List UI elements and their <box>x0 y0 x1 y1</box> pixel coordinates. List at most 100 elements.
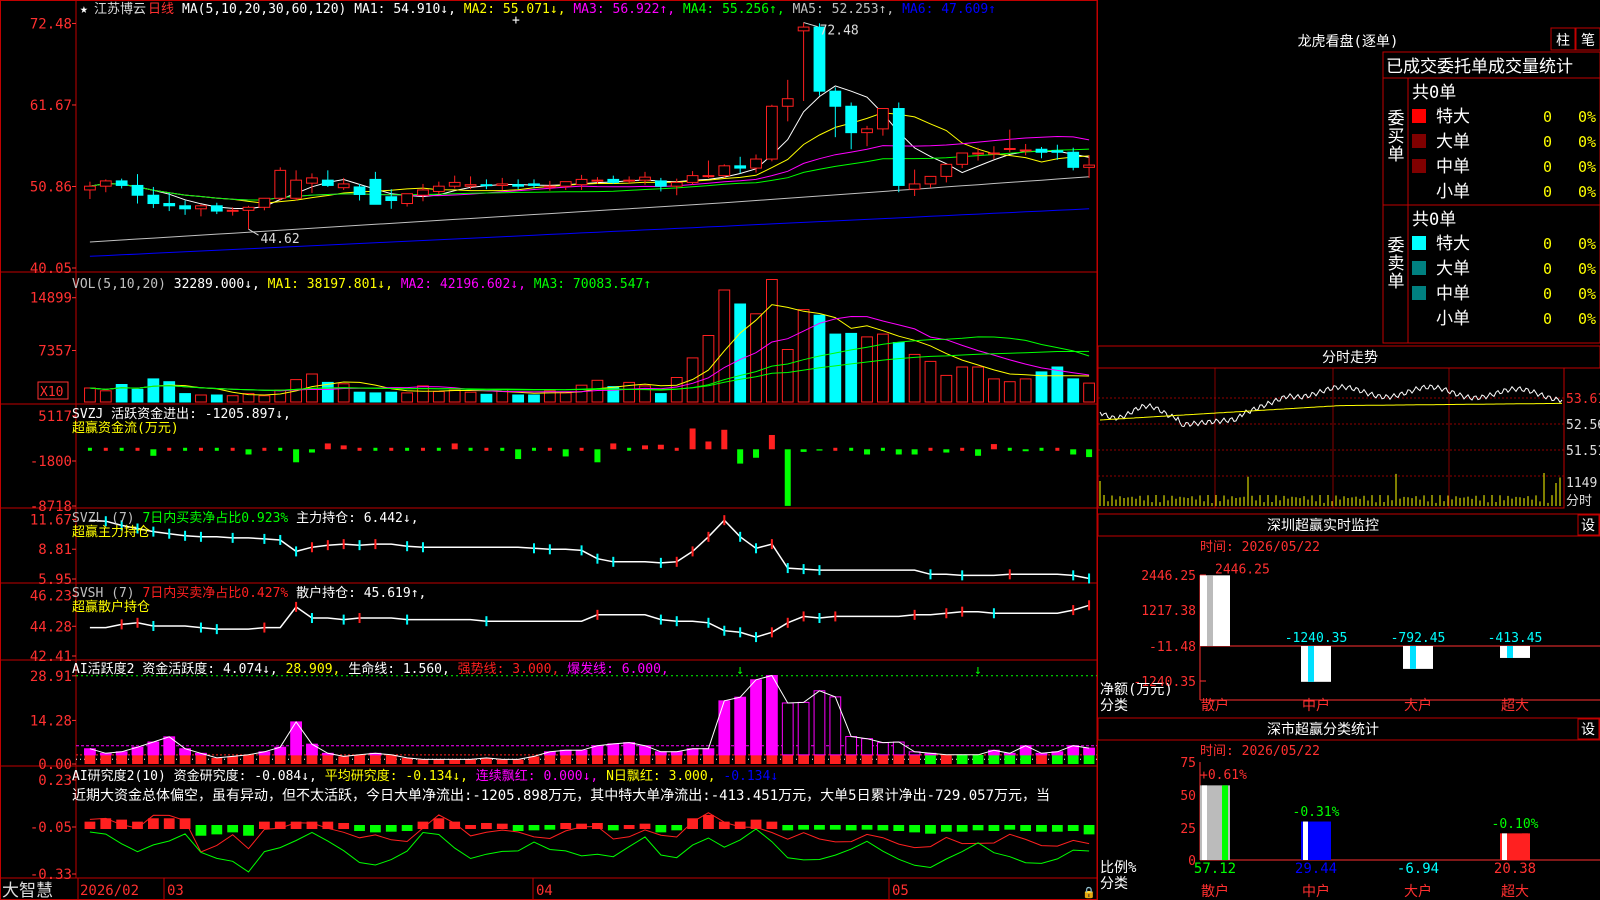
candle-body <box>750 158 762 169</box>
vol-ma-line <box>89 350 1090 391</box>
candle-body <box>670 181 683 187</box>
flow-tick <box>87 447 92 451</box>
sell-row-count: 0 <box>1543 285 1552 303</box>
research-bar <box>560 822 572 829</box>
svzj-legend-item: SVZJ 活跃资金进出: -1205.897↓, <box>72 406 291 422</box>
activity-bar <box>544 754 556 764</box>
activity-bar <box>481 757 492 764</box>
activity-bar <box>687 754 698 764</box>
activity-bar <box>1020 754 1032 764</box>
activity-bar <box>147 754 159 764</box>
sell-row-pct: 0% <box>1578 310 1596 328</box>
buy-side-label-char: 买 <box>1388 127 1405 147</box>
activity-bar <box>100 754 112 764</box>
activity-bar <box>433 759 445 764</box>
activity-bar <box>84 754 96 764</box>
activity-bar-upper <box>813 690 826 756</box>
buy-row-count: 0 <box>1543 183 1552 201</box>
candle-body <box>432 185 445 192</box>
y-tick-label: 61.67 <box>30 98 72 114</box>
vol-legend-item: MA1: 38197.801↓, <box>260 277 393 292</box>
activity-bar <box>671 754 683 764</box>
flow-tick <box>468 447 473 451</box>
buy-row-swatch <box>1412 109 1426 123</box>
candle-body <box>781 98 794 107</box>
monitor-ylabel: 净额(万元) <box>1100 682 1173 698</box>
activity-bar-upper <box>607 743 620 756</box>
ai1-legend-item: 强势线: 3.000, <box>450 661 559 677</box>
volume-bar <box>480 393 493 403</box>
candle-body <box>702 175 715 178</box>
candle-body <box>480 184 493 187</box>
candle-body <box>765 105 778 160</box>
flow-bar <box>451 443 458 450</box>
ma-legend-item: MA6: 47.609↑ <box>894 2 996 17</box>
buy-row-count: 0 <box>1543 133 1552 151</box>
monitor-bar <box>1301 646 1331 682</box>
research-bar <box>1067 825 1079 832</box>
vol-legend-item: 32289.000↓, <box>166 277 260 292</box>
candle-body <box>797 26 810 32</box>
sell-total: 共0单 <box>1412 210 1456 230</box>
flow-bar <box>1022 449 1029 452</box>
research-bar <box>909 825 921 833</box>
flow-bar <box>594 449 601 463</box>
y-tick-label: -1800 <box>30 454 72 470</box>
activity-bar <box>290 754 302 764</box>
sz_class-settings-label: 设 <box>1581 722 1595 738</box>
buy-row-name: 特大 <box>1436 107 1470 127</box>
volume-bar <box>274 389 287 403</box>
research-bar <box>718 821 730 829</box>
volume-bar <box>464 391 477 403</box>
flow-tick <box>119 447 124 451</box>
monitor-bar <box>1403 646 1433 669</box>
sell-side-label-char: 单 <box>1388 272 1405 292</box>
buy-row-swatch <box>1412 134 1426 148</box>
sell-row-swatch <box>1412 286 1426 300</box>
class-top-label: -0.10% <box>1492 817 1539 832</box>
candle-body <box>559 181 572 187</box>
flow-bar <box>562 449 569 457</box>
activity-bar <box>909 754 921 764</box>
ma-legend-item: MA1: 54.910↓, <box>346 2 456 17</box>
svzl-legend-item: SVZL (7) <box>72 511 135 526</box>
candle-body <box>543 185 556 188</box>
ma-legend-item: MA3: 56.922↑, <box>566 2 676 17</box>
flow-bar <box>784 449 791 506</box>
candle-body <box>115 180 128 186</box>
activity-bar <box>322 754 334 764</box>
volume-bar <box>84 387 96 403</box>
candle-body <box>1035 148 1048 153</box>
activity-bar <box>560 754 572 764</box>
svzl-legend-item: 主力持仓: 6.442↓, <box>288 511 418 526</box>
intraday-vol-axis: 1149 <box>1566 476 1597 491</box>
candle-body <box>401 193 414 205</box>
chart-canvas[interactable]: 72.48 61.67 50.86 40.05 72.48 44.62 ★ 江苏博云 日线 MA(… <box>0 0 1600 900</box>
candle-body <box>575 178 588 186</box>
activity-bar <box>227 756 239 764</box>
monitor-bar-label: -413.45 <box>1488 631 1543 646</box>
sz_monitor-settings-label: 设 <box>1581 518 1595 534</box>
research-bar <box>258 821 270 829</box>
flow-tick <box>278 447 283 451</box>
candle-body <box>956 152 969 165</box>
research-bar <box>401 825 413 832</box>
volume-bar <box>956 366 969 403</box>
volume-bar <box>908 353 921 403</box>
activity-bar-upper <box>734 696 747 756</box>
sell-row-pct: 0% <box>1578 260 1596 278</box>
buy-total: 共0单 <box>1412 83 1456 103</box>
activity-bar-upper <box>1083 747 1095 756</box>
candle-body <box>988 152 1000 155</box>
volume-bar <box>924 360 937 403</box>
candle-body <box>654 180 667 187</box>
monitor-bar-stripe <box>1410 646 1416 669</box>
class-bar-stripe <box>1202 785 1207 860</box>
intraday-frame <box>1097 367 1565 509</box>
lock-icon: 🔒 <box>1082 886 1096 899</box>
stock-period: 日线 <box>148 2 174 17</box>
flow-tick <box>436 447 441 451</box>
lhb-header: 已成交委托单成交量统计 <box>1386 57 1573 77</box>
svsh-legend: SVSH (7) 7日内买卖净占比0.427% 散户持仓: 45.619↑, <box>72 585 426 601</box>
star-icon: ★ <box>80 2 88 17</box>
